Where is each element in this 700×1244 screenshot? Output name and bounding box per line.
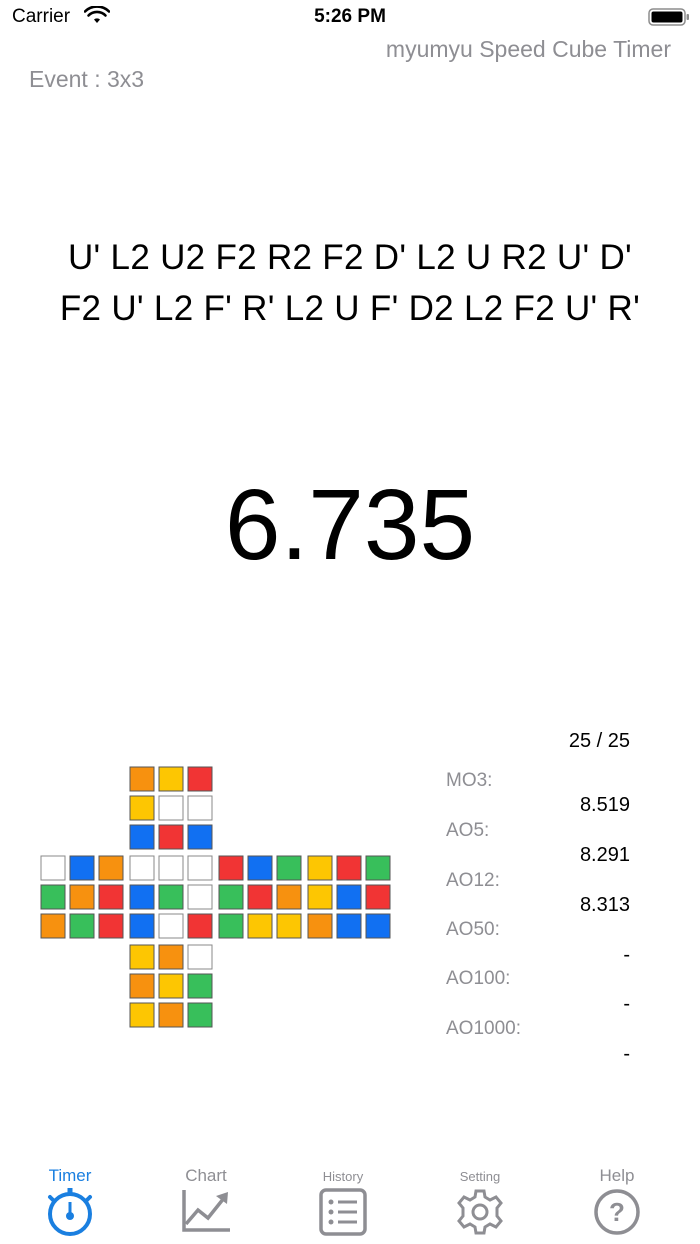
- sticker-back-2-1: [336, 913, 362, 939]
- stat-label-ao100: AO100:: [446, 968, 511, 989]
- sticker-back-1-1: [336, 884, 362, 910]
- stat-value-mo3: 8.519: [579, 794, 630, 816]
- stat-label-ao50: AO50:: [446, 919, 500, 940]
- sticker-left-1-0: [40, 884, 66, 910]
- sticker-front-1-2: [187, 884, 213, 910]
- event-selector[interactable]: Event : 3x3: [29, 66, 144, 93]
- sticker-down-2-2: [187, 1002, 213, 1028]
- sticker-down-0-1: [158, 944, 184, 970]
- sticker-left-2-1: [69, 913, 95, 939]
- stat-value-ao50: -: [623, 944, 630, 966]
- tab-history-label: History: [322, 1169, 364, 1184]
- solve-count: 25 / 25: [568, 730, 630, 752]
- sticker-down-0-2: [187, 944, 213, 970]
- stat-label-mo3: MO3:: [446, 770, 493, 791]
- sticker-left-2-2: [98, 913, 124, 939]
- sticker-up-2-2: [187, 824, 213, 850]
- tab-chart-label: Chart: [185, 1166, 227, 1185]
- sticker-down-2-1: [158, 1002, 184, 1028]
- sticker-up-2-0: [129, 824, 155, 850]
- sticker-down-1-1: [158, 973, 184, 999]
- sticker-up-1-0: [129, 795, 155, 821]
- sticker-right-0-1: [247, 855, 273, 881]
- sticker-back-2-0: [307, 913, 333, 939]
- chart-icon: [182, 1190, 230, 1232]
- sticker-right-0-0: [218, 855, 244, 881]
- sticker-back-1-2: [365, 884, 391, 910]
- scramble-text: U' L2 U2 F2 R2 F2 D' L2 U R2 U' D' F2 U'…: [20, 232, 680, 334]
- sticker-left-0-0: [40, 855, 66, 881]
- sticker-back-0-0: [307, 855, 333, 881]
- stat-label-ao1000: AO1000:: [446, 1018, 521, 1039]
- sticker-back-2-2: [365, 913, 391, 939]
- sticker-down-2-0: [129, 1002, 155, 1028]
- sticker-right-2-0: [218, 913, 244, 939]
- timer-display[interactable]: 6.735: [0, 468, 700, 583]
- tab-history[interactable]: History: [273, 1158, 413, 1244]
- sticker-right-2-2: [276, 913, 302, 939]
- tab-bar: Timer Chart History Setting Help ?: [0, 1158, 700, 1244]
- sticker-down-1-2: [187, 973, 213, 999]
- list-icon: [319, 1188, 367, 1236]
- sticker-front-2-2: [187, 913, 213, 939]
- stopwatch-icon: [48, 1188, 92, 1236]
- sticker-down-1-0: [129, 973, 155, 999]
- tab-setting[interactable]: Setting: [410, 1158, 550, 1244]
- stat-label-ao5: AO5:: [446, 820, 490, 841]
- sticker-right-1-1: [247, 884, 273, 910]
- sticker-left-1-2: [98, 884, 124, 910]
- tab-setting-label: Setting: [459, 1169, 501, 1184]
- sticker-left-0-1: [69, 855, 95, 881]
- sticker-up-0-1: [158, 766, 184, 792]
- sticker-front-0-0: [129, 855, 155, 881]
- scramble-line-2: F2 U' L2 F' R' L2 U F' D2 L2 F2 U' R': [59, 289, 641, 328]
- sticker-front-0-2: [187, 855, 213, 881]
- sticker-left-1-1: [69, 884, 95, 910]
- sticker-left-0-2: [98, 855, 124, 881]
- sticker-back-0-1: [336, 855, 362, 881]
- tab-chart[interactable]: Chart: [136, 1158, 276, 1244]
- stat-value-ao12: 8.313: [579, 894, 630, 916]
- sticker-front-0-1: [158, 855, 184, 881]
- tab-help-label: Help: [599, 1166, 635, 1185]
- app-title: myumyu Speed Cube Timer: [385, 36, 671, 62]
- sticker-up-2-1: [158, 824, 184, 850]
- stat-value-ao100: -: [623, 993, 630, 1015]
- sticker-back-1-0: [307, 884, 333, 910]
- sticker-front-1-0: [129, 884, 155, 910]
- help-icon: ?: [594, 1189, 640, 1235]
- stat-value-ao5: 8.291: [579, 844, 630, 866]
- sticker-right-1-0: [218, 884, 244, 910]
- tab-timer-label: Timer: [48, 1166, 92, 1185]
- sticker-front-2-0: [129, 913, 155, 939]
- sticker-up-1-2: [187, 795, 213, 821]
- sticker-right-1-2: [276, 884, 302, 910]
- tab-help[interactable]: Help ?: [547, 1158, 687, 1244]
- stat-label-ao12: AO12:: [446, 870, 500, 891]
- battery-icon: [648, 7, 690, 32]
- tab-timer[interactable]: Timer: [0, 1158, 140, 1244]
- sticker-front-2-1: [158, 913, 184, 939]
- svg-text:?: ?: [609, 1197, 625, 1227]
- sticker-up-0-2: [187, 766, 213, 792]
- sticker-back-0-2: [365, 855, 391, 881]
- sticker-front-1-1: [158, 884, 184, 910]
- status-bar: Carrier 5:26 PM: [0, 0, 700, 36]
- clock-time: 5:26 PM: [314, 6, 386, 27]
- gear-icon: [457, 1189, 503, 1235]
- sticker-left-2-0: [40, 913, 66, 939]
- sticker-right-2-1: [247, 913, 273, 939]
- sticker-right-0-2: [276, 855, 302, 881]
- scramble-line-1: U' L2 U2 F2 R2 F2 D' L2 U R2 U' D': [67, 238, 633, 277]
- sticker-down-0-0: [129, 944, 155, 970]
- stat-value-ao1000: -: [623, 1043, 630, 1065]
- sticker-up-0-0: [129, 766, 155, 792]
- sticker-up-1-1: [158, 795, 184, 821]
